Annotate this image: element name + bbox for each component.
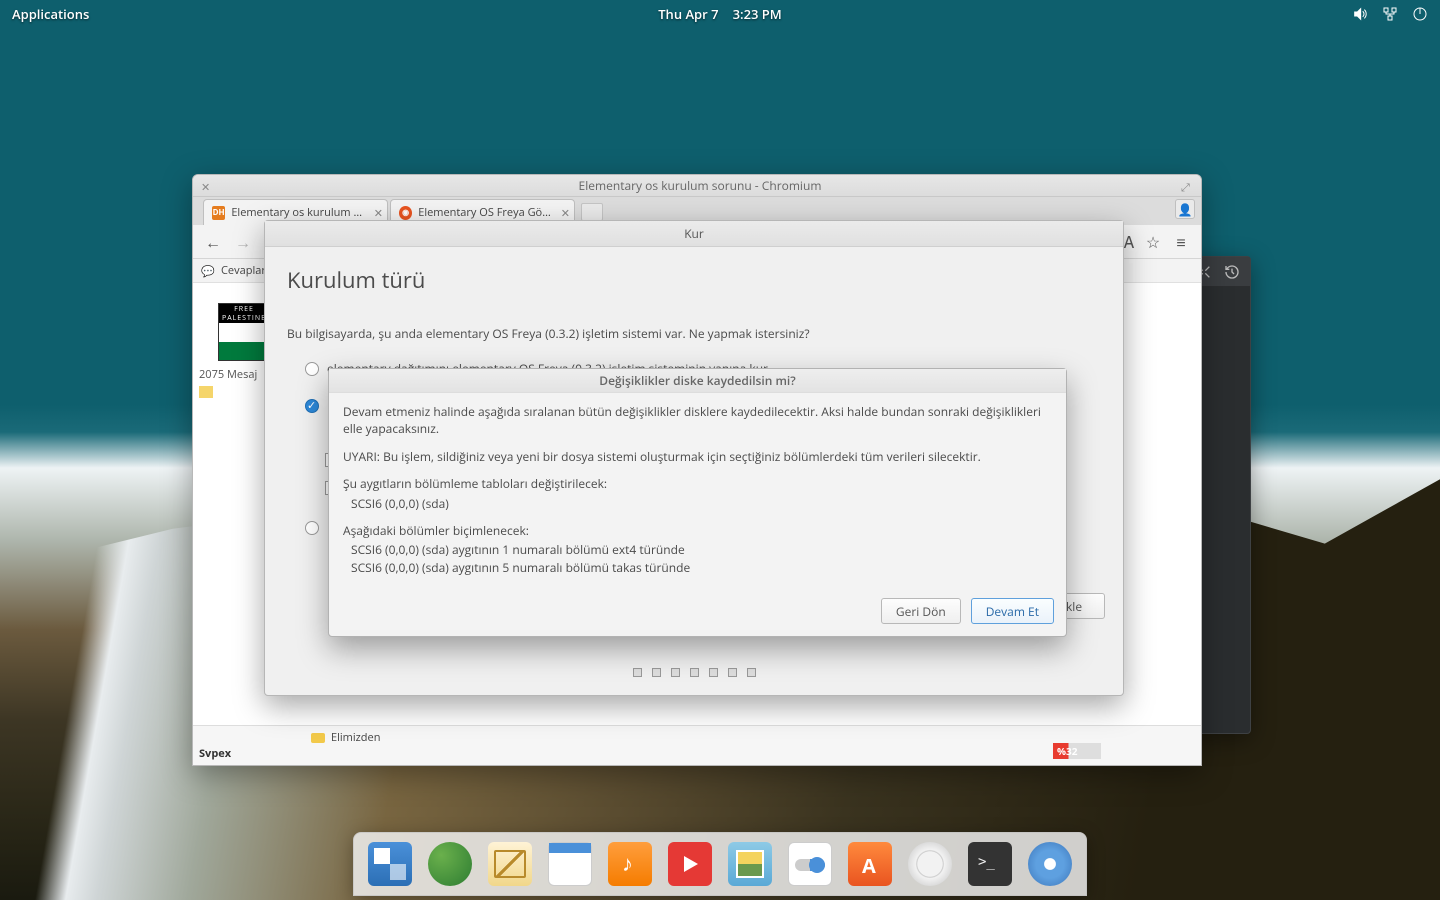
- favicon-icon: ◉: [399, 206, 412, 220]
- radio-icon[interactable]: [305, 521, 319, 535]
- progress-dots: [265, 668, 1123, 677]
- tab-label: Elementary OS Freya Görü...: [418, 205, 554, 220]
- dock-workspace-switcher[interactable]: [368, 842, 412, 886]
- chromium-titlebar: ✕ Elementary os kurulum sorunu - Chromiu…: [193, 175, 1201, 197]
- dialog-list-item: SCSI6 (0,0,0) (sda) aygıtının 5 numaralı…: [343, 559, 1052, 576]
- installer-title: Kur: [265, 221, 1123, 247]
- window-title: Elementary os kurulum sorunu - Chromium: [219, 177, 1181, 194]
- forward-button[interactable]: →: [231, 230, 255, 254]
- dock-photos[interactable]: [728, 842, 772, 886]
- page-footer: Elimizden Svpex %32: [193, 725, 1201, 765]
- new-tab-button[interactable]: [581, 203, 603, 221]
- confirm-dialog[interactable]: Değişiklikler diske kaydedilsin mi? Deva…: [328, 368, 1067, 637]
- profile-button[interactable]: 👤: [1175, 199, 1195, 219]
- dialog-section-heading: Şu aygıtların bölümleme tabloları değişt…: [343, 475, 1052, 492]
- dot-icon: [690, 668, 699, 677]
- network-icon[interactable]: [1382, 6, 1398, 22]
- dialog-list-item: SCSI6 (0,0,0) (sda): [343, 495, 1052, 512]
- back-button[interactable]: Geri Dön: [881, 598, 961, 624]
- continue-button[interactable]: Devam Et: [971, 598, 1054, 624]
- note-icon: [199, 386, 213, 398]
- installer-intro: Bu bilgisayarda, şu anda elementary OS F…: [287, 325, 1101, 342]
- dialog-section-heading: Aşağıdaki bölümler biçimlenecek:: [343, 522, 1052, 539]
- dock-terminal[interactable]: [968, 842, 1012, 886]
- dock-calendar[interactable]: [548, 842, 592, 886]
- dot-icon: [633, 668, 642, 677]
- dialog-warning: UYARI: Bu işlem, sildiğiniz veya yeni bi…: [343, 448, 1052, 465]
- bookmark-icon: 💬: [201, 264, 215, 278]
- username: Svpex: [199, 746, 231, 761]
- menu-icon[interactable]: ≡: [1169, 230, 1193, 254]
- bookmark-item[interactable]: Cevaplar: [221, 263, 266, 278]
- close-icon[interactable]: ✕: [201, 180, 213, 192]
- bookmark-icon[interactable]: ☆: [1141, 230, 1165, 254]
- dot-icon: [747, 668, 756, 677]
- tab-label: Elementary os kurulum so...: [231, 205, 367, 220]
- avatar-image: FREEPALESTINE: [218, 303, 270, 361]
- dock-web-browser[interactable]: [428, 842, 472, 886]
- favicon-icon: DH: [212, 206, 225, 220]
- close-icon[interactable]: ✕: [374, 206, 383, 221]
- dock-music[interactable]: [608, 842, 652, 886]
- dialog-title: Değişiklikler diske kaydedilsin mi?: [329, 369, 1066, 393]
- desktop: Applications Thu Apr 7 3:23 PM: [0, 0, 1440, 900]
- dock-videos[interactable]: [668, 842, 712, 886]
- back-button[interactable]: ←: [201, 230, 225, 254]
- dock-mail[interactable]: [488, 842, 532, 886]
- percent-badge: %32: [1053, 743, 1101, 759]
- dot-icon: [671, 668, 680, 677]
- dock-disk-burner[interactable]: [908, 842, 952, 886]
- installer-heading: Kurulum türü: [265, 247, 1123, 301]
- power-icon[interactable]: [1412, 6, 1428, 22]
- sound-icon[interactable]: [1352, 6, 1368, 22]
- dock-chromium[interactable]: [1028, 842, 1072, 886]
- radio-icon[interactable]: [305, 399, 319, 413]
- dock-software-center[interactable]: [848, 842, 892, 886]
- panel-date: Thu Apr 7: [658, 5, 718, 23]
- dot-icon: [652, 668, 661, 677]
- maximize-icon[interactable]: ⤢: [1181, 180, 1193, 192]
- dock: [353, 832, 1087, 896]
- dialog-paragraph: Devam etmeniz halinde aşağıda sıralanan …: [343, 403, 1052, 438]
- close-icon[interactable]: ✕: [561, 206, 570, 221]
- radio-icon[interactable]: [305, 362, 319, 376]
- dialog-list-item: SCSI6 (0,0,0) (sda) aygıtının 1 numaralı…: [343, 541, 1052, 558]
- panel-time: 3:23 PM: [733, 5, 782, 23]
- clock-area[interactable]: Thu Apr 7 3:23 PM: [658, 5, 782, 23]
- dialog-body: Devam etmeniz halinde aşağıda sıralanan …: [329, 393, 1066, 590]
- applications-menu[interactable]: Applications: [12, 5, 89, 23]
- history-icon[interactable]: [1224, 264, 1240, 280]
- dot-icon: [728, 668, 737, 677]
- top-panel: Applications Thu Apr 7 3:23 PM: [0, 0, 1440, 28]
- dot-icon: [709, 668, 718, 677]
- dock-settings[interactable]: [788, 842, 832, 886]
